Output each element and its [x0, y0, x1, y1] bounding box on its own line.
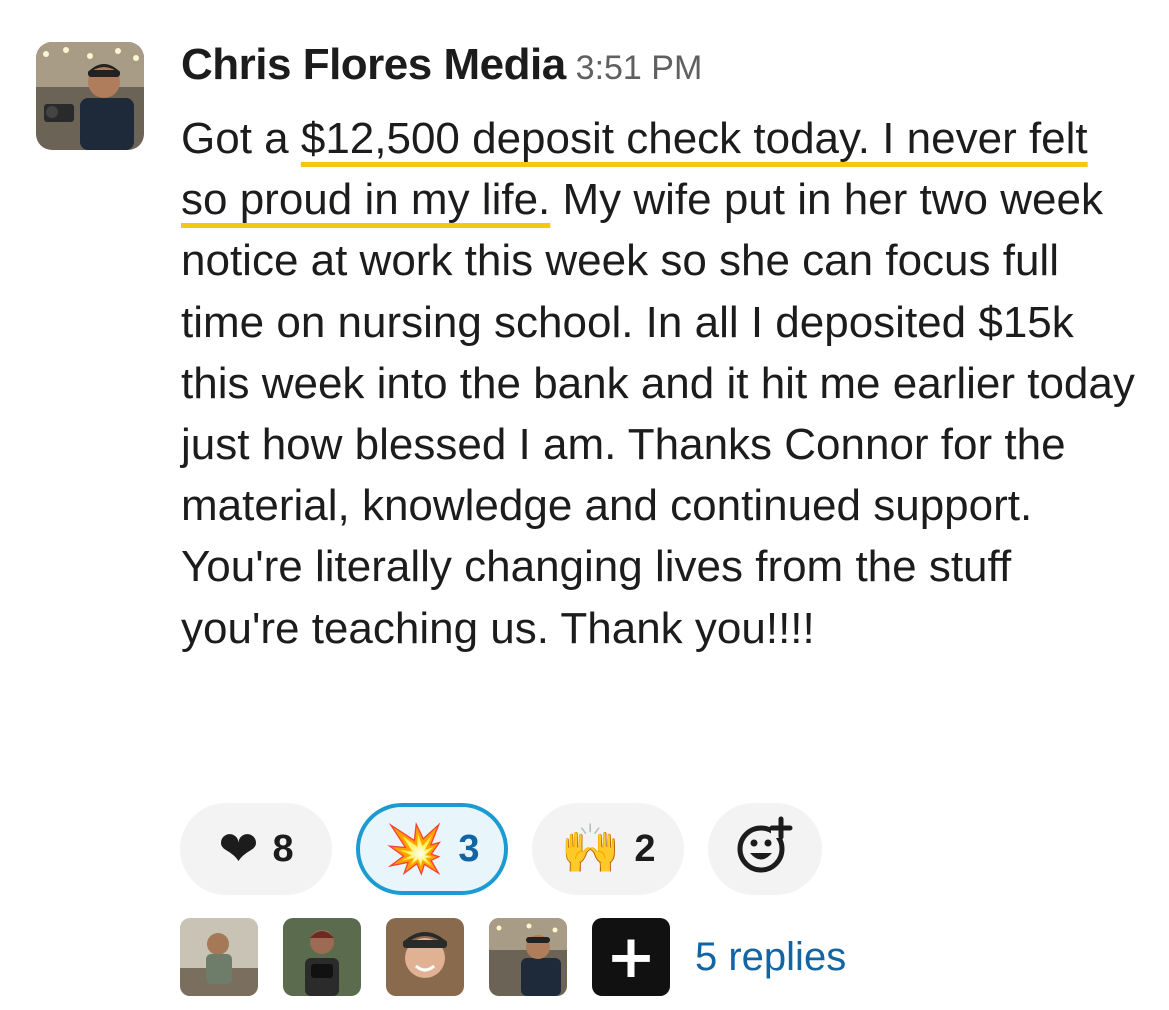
reply-avatar[interactable] — [386, 918, 464, 996]
reaction-raised-hands[interactable]: 🙌 2 — [532, 803, 684, 895]
reaction-count: 8 — [272, 827, 294, 870]
replies-link[interactable]: 5 replies — [695, 935, 846, 980]
message-timestamp[interactable]: 3:51 PM — [576, 49, 703, 87]
message-text-before: Got a — [181, 114, 301, 163]
author-name[interactable]: Chris Flores Media — [181, 40, 566, 89]
message-header: Chris Flores Media 3:51 PM — [181, 40, 702, 90]
message-text-after: My wife put in her two week notice at wo… — [181, 175, 1135, 653]
add-reaction-button[interactable] — [708, 803, 822, 895]
reply-avatar[interactable] — [180, 918, 258, 996]
thread-summary[interactable]: + 5 replies — [180, 918, 846, 996]
raised-hands-emoji-icon: 🙌 — [560, 821, 621, 877]
author-avatar[interactable] — [36, 42, 144, 150]
reply-avatar[interactable] — [283, 918, 361, 996]
reply-avatar[interactable] — [489, 918, 567, 996]
more-replies-avatar[interactable]: + — [592, 918, 670, 996]
reactions-bar: ❤ 8 💥 3 🙌 2 — [180, 803, 846, 895]
collision-emoji-icon: 💥 — [384, 821, 445, 877]
heart-emoji-icon: ❤ — [218, 821, 259, 877]
add-reaction-icon — [734, 816, 796, 883]
reaction-heart[interactable]: ❤ 8 — [180, 803, 332, 895]
plus-icon: + — [605, 922, 657, 992]
reaction-collision[interactable]: 💥 3 — [356, 803, 508, 895]
message-body: Got a $12,500 deposit check today. I nev… — [181, 108, 1141, 659]
reaction-count: 2 — [634, 827, 656, 870]
reaction-count: 3 — [458, 827, 480, 870]
